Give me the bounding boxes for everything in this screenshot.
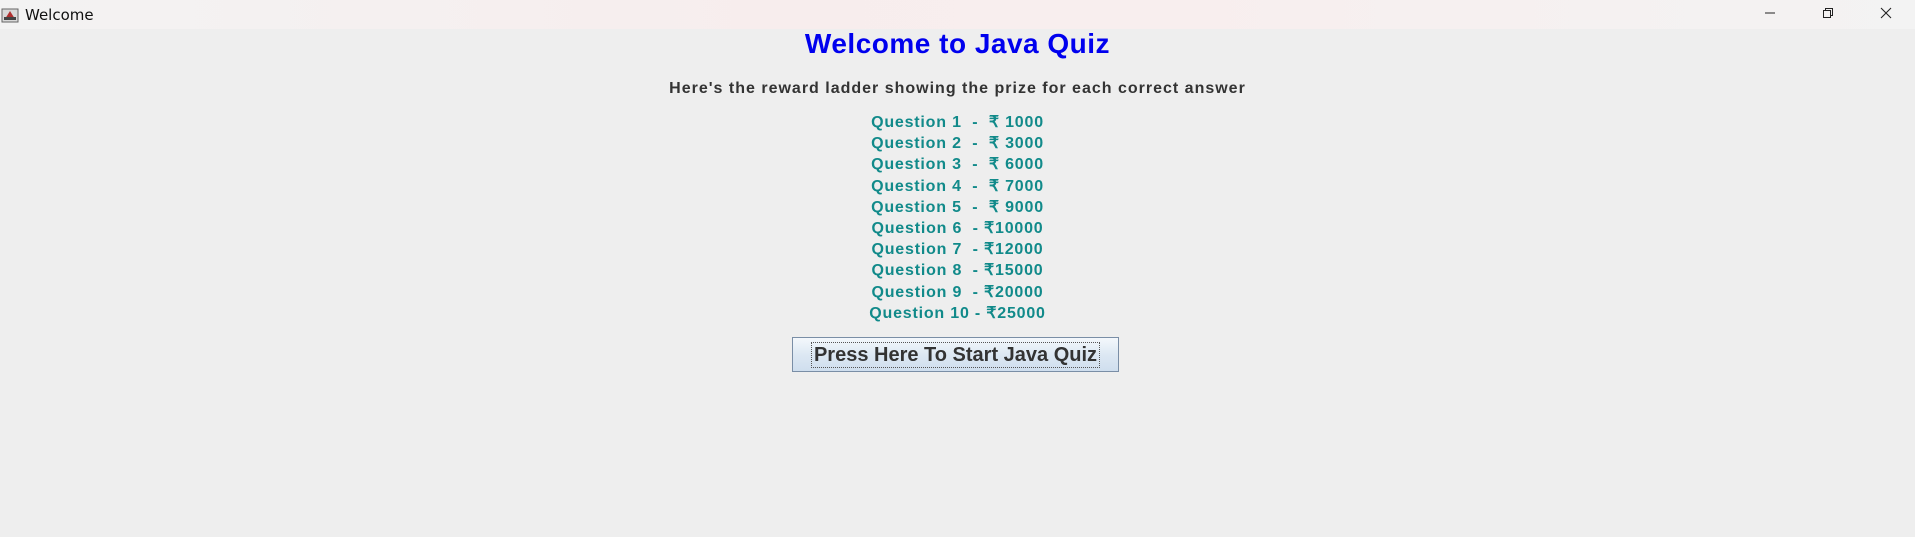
minimize-icon bbox=[1764, 6, 1776, 24]
close-icon bbox=[1880, 6, 1892, 24]
start-quiz-button[interactable]: Press Here To Start Java Quiz bbox=[792, 337, 1119, 372]
ladder-item: Question 3 - ₹ 6000 bbox=[871, 156, 1044, 174]
restore-icon bbox=[1822, 6, 1834, 24]
ladder-item: Question 4 - ₹ 7000 bbox=[871, 177, 1044, 195]
restore-button[interactable] bbox=[1799, 0, 1857, 29]
close-button[interactable] bbox=[1857, 0, 1915, 29]
window-content: Welcome to Java Quiz Here's the reward l… bbox=[0, 29, 1915, 537]
ladder-item: Question 7 - ₹12000 bbox=[871, 241, 1044, 259]
ladder-item: Question 6 - ₹10000 bbox=[871, 219, 1044, 237]
window-title: Welcome bbox=[25, 5, 94, 24]
start-quiz-button-label: Press Here To Start Java Quiz bbox=[810, 341, 1101, 368]
page-title: Welcome to Java Quiz bbox=[804, 28, 1111, 59]
ladder-item: Question 1 - ₹ 1000 bbox=[871, 114, 1044, 131]
reward-ladder-description: Here's the reward ladder showing the pri… bbox=[669, 80, 1246, 97]
ladder-item: Question 9 - ₹20000 bbox=[871, 283, 1044, 301]
ladder-item: Question 2 - ₹ 3000 bbox=[871, 135, 1044, 153]
java-app-icon bbox=[1, 6, 19, 24]
ladder-item: Question 10 - ₹25000 bbox=[869, 304, 1046, 322]
ladder-item: Question 5 - ₹ 9000 bbox=[871, 198, 1044, 216]
window-controls bbox=[1741, 0, 1915, 29]
minimize-button[interactable] bbox=[1741, 0, 1799, 29]
title-bar[interactable]: Welcome bbox=[0, 0, 1915, 29]
reward-ladder: Question 1 - ₹ 1000 Question 2 - ₹ 3000 … bbox=[0, 112, 1915, 324]
ladder-item: Question 8 - ₹15000 bbox=[871, 262, 1044, 280]
